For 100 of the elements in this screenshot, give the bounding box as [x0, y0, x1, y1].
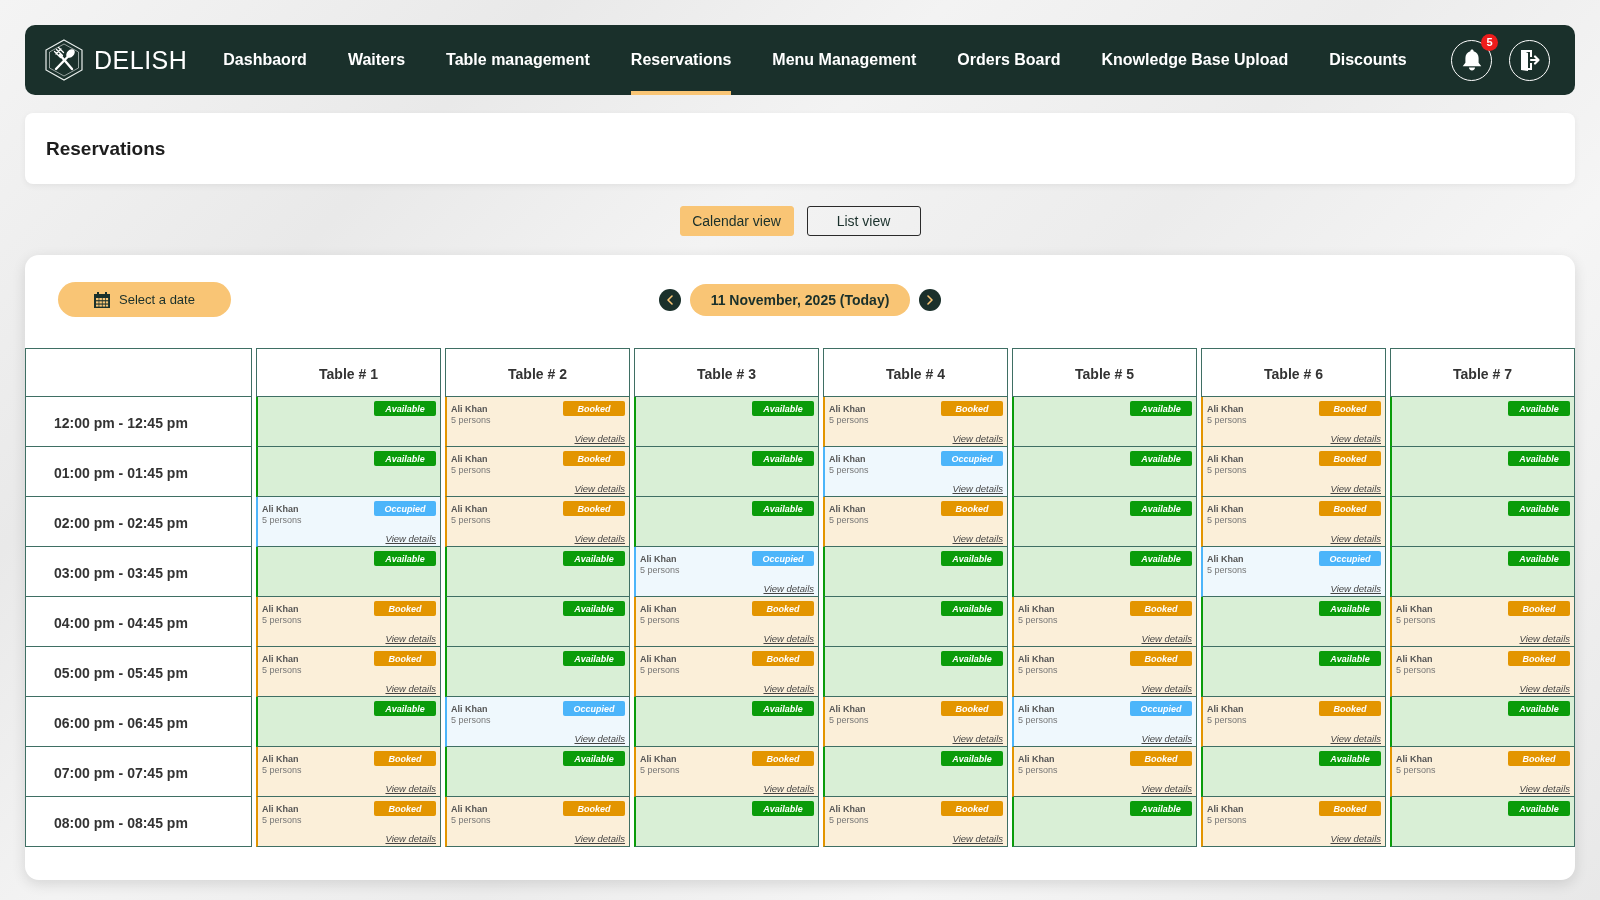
- view-details-link[interactable]: View details: [1141, 633, 1192, 644]
- party-size: 5 persons: [1018, 765, 1058, 776]
- status-badge: Booked: [941, 401, 1003, 416]
- guest-name: Ali Khan: [1396, 604, 1434, 615]
- party-size: 5 persons: [262, 765, 302, 776]
- status-badge: Booked: [563, 501, 625, 516]
- view-toggle-button[interactable]: List view: [806, 206, 921, 236]
- view-details-link[interactable]: View details: [385, 833, 436, 844]
- view-details-link[interactable]: View details: [385, 683, 436, 694]
- view-details-link[interactable]: View details: [952, 533, 1003, 544]
- status-badge: Booked: [563, 451, 625, 466]
- status-badge: Available: [941, 551, 1003, 566]
- current-date-display: 11 November, 2025 (Today): [689, 283, 911, 316]
- chevron-left-icon: [666, 294, 673, 305]
- view-details-link[interactable]: View details: [385, 533, 436, 544]
- nav-tab[interactable]: Reservations: [630, 25, 732, 95]
- guest-name: Ali Khan: [1018, 704, 1056, 715]
- view-details-link[interactable]: View details: [574, 833, 625, 844]
- party-size: 5 persons: [1018, 715, 1058, 726]
- status-badge: Booked: [563, 401, 625, 416]
- select-date-button[interactable]: Select a date: [58, 282, 231, 317]
- nav-tab[interactable]: Orders Board: [957, 25, 1061, 95]
- party-size: 5 persons: [1396, 665, 1436, 676]
- party-size: 5 persons: [262, 515, 302, 526]
- nav-tab[interactable]: Discounts: [1329, 25, 1407, 95]
- view-details-link[interactable]: View details: [763, 583, 814, 594]
- nav-tab[interactable]: Knowledge Base Upload: [1101, 25, 1289, 95]
- view-details-link[interactable]: View details: [952, 733, 1003, 744]
- party-size: 5 persons: [829, 515, 869, 526]
- guest-name: Ali Khan: [1018, 654, 1056, 665]
- view-details-link[interactable]: View details: [1330, 833, 1381, 844]
- status-badge: Available: [1319, 651, 1381, 666]
- status-badge: Booked: [374, 751, 436, 766]
- nav-tab[interactable]: Dashbaord: [223, 25, 307, 95]
- status-badge: Available: [1319, 751, 1381, 766]
- nav-tab[interactable]: Waiters: [347, 25, 406, 95]
- view-details-link[interactable]: View details: [1519, 633, 1570, 644]
- view-details-link[interactable]: View details: [1330, 583, 1381, 594]
- party-size: 5 persons: [262, 815, 302, 826]
- time-slot-cell: 05:00 pm - 05:45 pm: [25, 647, 252, 697]
- view-details-link[interactable]: View details: [763, 783, 814, 794]
- view-details-link[interactable]: View details: [763, 683, 814, 694]
- nav-tab[interactable]: Table management: [446, 25, 590, 95]
- status-badge: Booked: [1508, 601, 1570, 616]
- view-details-link[interactable]: View details: [385, 633, 436, 644]
- party-size: 5 persons: [1207, 415, 1247, 426]
- status-badge: Available: [1508, 701, 1570, 716]
- status-badge: Available: [752, 801, 814, 816]
- view-details-link[interactable]: View details: [1141, 733, 1192, 744]
- status-badge: Booked: [374, 601, 436, 616]
- view-details-link[interactable]: View details: [1330, 533, 1381, 544]
- nav-tab[interactable]: Menu Management: [772, 25, 917, 95]
- view-details-link[interactable]: View details: [1330, 433, 1381, 444]
- guest-name: Ali Khan: [1207, 404, 1245, 415]
- brand-name: DELISH: [94, 45, 188, 75]
- guest-name: Ali Khan: [262, 604, 300, 615]
- guest-name: Ali Khan: [640, 554, 678, 565]
- time-slot-cell: 06:00 pm - 06:45 pm: [25, 697, 252, 747]
- status-badge: Available: [374, 451, 436, 466]
- view-details-link[interactable]: View details: [1141, 683, 1192, 694]
- view-details-link[interactable]: View details: [574, 533, 625, 544]
- view-details-link[interactable]: View details: [385, 783, 436, 794]
- view-details-link[interactable]: View details: [1330, 483, 1381, 494]
- view-details-link[interactable]: View details: [574, 433, 625, 444]
- guest-name: Ali Khan: [1207, 554, 1245, 565]
- status-badge: Available: [1319, 601, 1381, 616]
- party-size: 5 persons: [829, 415, 869, 426]
- time-slot-cell: 03:00 pm - 03:45 pm: [25, 547, 252, 597]
- view-details-link[interactable]: View details: [952, 483, 1003, 494]
- view-details-link[interactable]: View details: [1330, 733, 1381, 744]
- status-badge: Booked: [941, 801, 1003, 816]
- guest-name: Ali Khan: [1207, 704, 1245, 715]
- chevron-right-icon: [927, 294, 934, 305]
- view-details-link[interactable]: View details: [574, 733, 625, 744]
- status-badge: Booked: [1319, 501, 1381, 516]
- status-badge: Available: [1130, 801, 1192, 816]
- view-details-link[interactable]: View details: [1141, 783, 1192, 794]
- party-size: 5 persons: [1018, 615, 1058, 626]
- view-details-link[interactable]: View details: [574, 483, 625, 494]
- guest-name: Ali Khan: [829, 454, 867, 465]
- next-date-button[interactable]: [919, 288, 942, 311]
- party-size: 5 persons: [1207, 715, 1247, 726]
- view-toggle-button[interactable]: Calendar view: [679, 206, 794, 236]
- view-details-link[interactable]: View details: [952, 833, 1003, 844]
- party-size: 5 persons: [1207, 815, 1247, 826]
- table-header-cell: Table # 6: [1201, 348, 1386, 397]
- guest-name: Ali Khan: [640, 654, 678, 665]
- status-badge: Booked: [374, 651, 436, 666]
- page-title: Reservations: [46, 137, 166, 160]
- view-details-link[interactable]: View details: [1519, 783, 1570, 794]
- guest-name: Ali Khan: [262, 804, 300, 815]
- party-size: 5 persons: [451, 415, 491, 426]
- status-badge: Available: [1508, 401, 1570, 416]
- previous-date-button[interactable]: [658, 288, 681, 311]
- status-badge: Available: [752, 451, 814, 466]
- status-badge: Available: [563, 751, 625, 766]
- time-slot-cell: 12:00 pm - 12:45 pm: [25, 397, 252, 447]
- view-details-link[interactable]: View details: [952, 433, 1003, 444]
- view-details-link[interactable]: View details: [763, 633, 814, 644]
- view-details-link[interactable]: View details: [1519, 683, 1570, 694]
